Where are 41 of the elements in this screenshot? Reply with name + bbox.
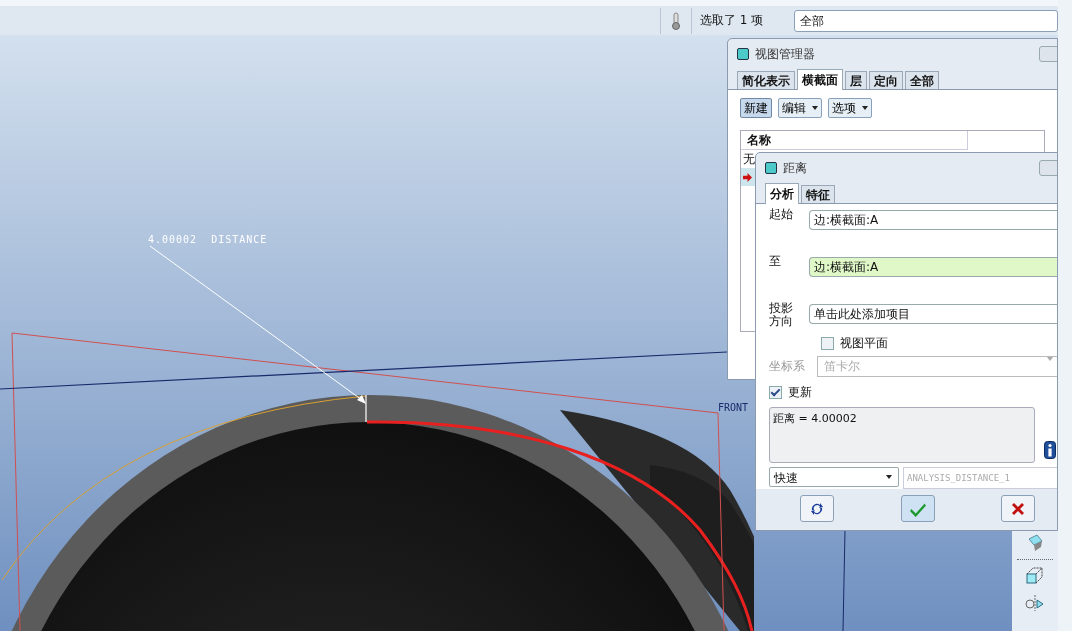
menu-button[interactable]: 选项 [828, 98, 872, 118]
tab[interactable]: 横截面 [797, 69, 843, 90]
collector-field[interactable]: 边:横截面:A [809, 257, 1057, 277]
mode-dropdown[interactable]: 快速 [769, 467, 899, 487]
column-header: 名称 [741, 131, 968, 150]
perspective-box-icon[interactable] [1025, 566, 1045, 586]
selection-status: 选取了 1 项 [700, 12, 765, 29]
menu-button[interactable]: 编辑 [778, 98, 822, 118]
checkbox[interactable] [769, 385, 782, 399]
tab[interactable]: 分析 [765, 183, 799, 204]
tab[interactable]: 特征 [801, 185, 835, 203]
window-icon [765, 162, 777, 174]
info-icon[interactable] [1044, 441, 1056, 459]
collector-field[interactable]: 边:横截面:A [809, 210, 1057, 230]
tab[interactable]: 层 [845, 71, 867, 89]
thermometer-icon [671, 11, 681, 30]
arrow-icon [743, 172, 752, 182]
filter-dropdown[interactable]: 全部 [794, 9, 1058, 32]
window-icon [737, 48, 749, 60]
distance-annotation: 4.00002 DISTANCE [148, 234, 268, 245]
new-button[interactable]: 新建 [740, 98, 772, 118]
window-title: 距离 [783, 159, 807, 177]
tab[interactable]: 简化表示 [737, 71, 795, 89]
field-label: 至 [769, 255, 782, 270]
section-icon[interactable] [1025, 592, 1045, 612]
tab[interactable]: 全部 [905, 71, 939, 89]
collector-field[interactable]: 单击此处添加项目 [809, 304, 1057, 324]
checkbox-label: 视图平面 [840, 334, 888, 352]
repeat-button[interactable] [800, 495, 834, 522]
result-box: 距离 = 4.00002 [769, 407, 1035, 463]
field-label: 坐标系 [769, 359, 806, 374]
checkbox-label: 更新 [788, 383, 812, 401]
ok-button[interactable] [900, 495, 935, 522]
checkbox[interactable] [821, 336, 834, 350]
datum-label: FRONT [718, 402, 749, 413]
field-label: 起始 [769, 208, 793, 223]
close-icon [1010, 500, 1026, 517]
cancel-button[interactable] [1001, 495, 1035, 522]
field-label: 投影方向 [769, 302, 793, 331]
window-title: 视图管理器 [755, 45, 815, 63]
tab[interactable]: 定向 [869, 71, 903, 89]
